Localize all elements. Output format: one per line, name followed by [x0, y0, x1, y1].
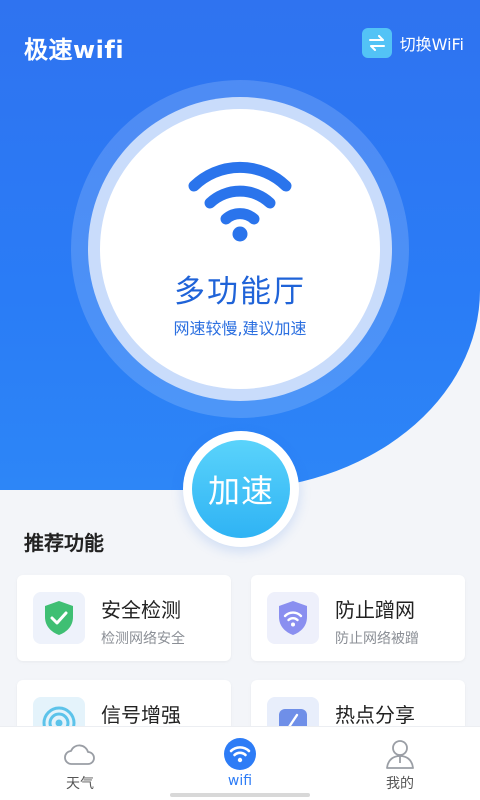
switch-wifi-button[interactable]: 切换WiFi [361, 28, 464, 58]
switch-wifi-label: 切换WiFi [399, 35, 464, 54]
tab-wifi[interactable]: wifi [160, 727, 320, 800]
tab-mine[interactable]: 我的 [320, 727, 480, 800]
section-title: 推荐功能 [24, 531, 104, 555]
network-name: 多功能厅 [174, 274, 306, 310]
home-indicator [170, 793, 310, 797]
tab-label: wifi [227, 773, 253, 789]
boost-button[interactable]: 加速 [192, 440, 290, 538]
hero-header: 极速wifi 切换WiFi 多功能厅 网速较慢,建议加速 [0, 0, 480, 490]
bottom-tab-bar: 天气 wifi 我的 [0, 726, 480, 800]
shield-wifi-icon [267, 592, 319, 644]
user-icon [386, 740, 414, 769]
shield-check-icon [33, 592, 85, 644]
swap-arrows-icon [361, 28, 392, 58]
feature-subtitle: 防止网络被蹭 [335, 631, 419, 647]
feature-title: 安全检测 [101, 598, 181, 622]
tab-label: 我的 [386, 776, 414, 792]
tab-weather[interactable]: 天气 [0, 727, 160, 800]
wifi-icon [224, 738, 256, 770]
tab-label: 天气 [66, 776, 94, 792]
feature-card-security-check[interactable]: 安全检测 检测网络安全 [17, 575, 231, 661]
feature-subtitle: 检测网络安全 [101, 631, 185, 647]
status-circle [100, 109, 380, 389]
feature-card-anti-freeload[interactable]: 防止蹭网 防止网络被蹭 [251, 575, 465, 661]
cloud-icon [64, 744, 95, 765]
network-status-text: 网速较慢,建议加速 [173, 319, 307, 338]
wifi-icon [188, 161, 292, 242]
feature-title: 热点分享 [335, 703, 415, 727]
feature-title: 信号增强 [101, 703, 181, 727]
feature-title: 防止蹭网 [335, 598, 415, 622]
app-title: 极速wifi [24, 36, 125, 64]
